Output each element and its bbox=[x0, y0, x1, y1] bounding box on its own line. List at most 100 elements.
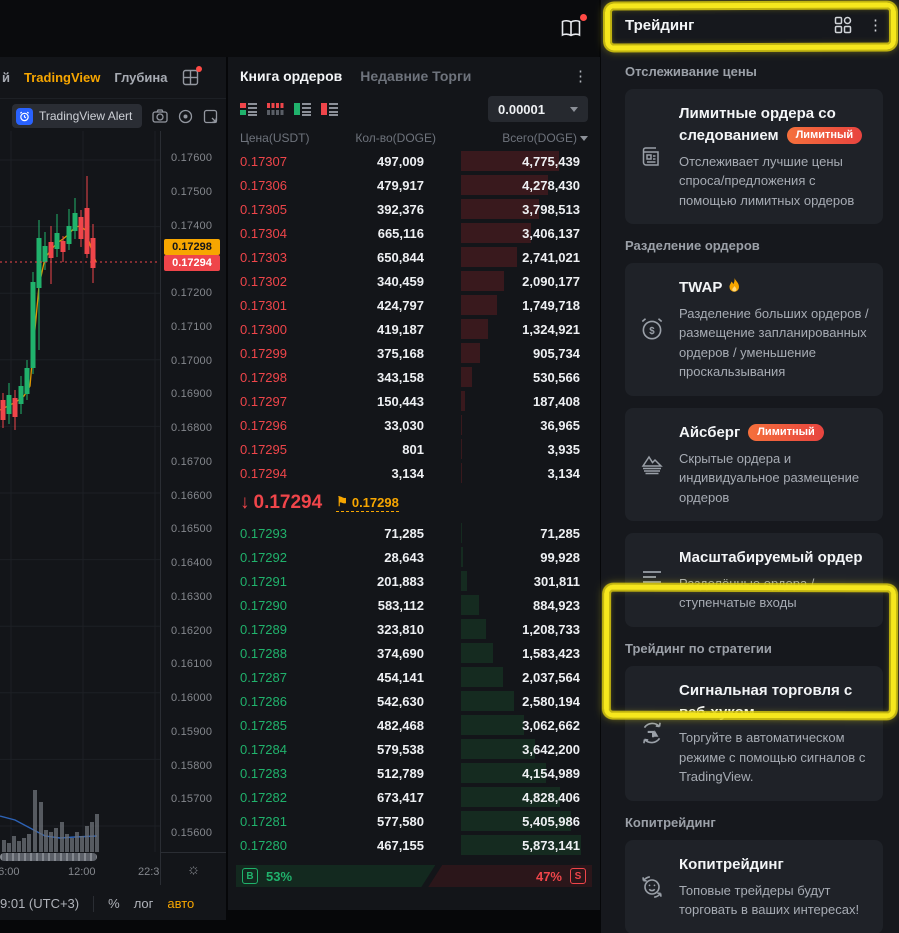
chart-canvas bbox=[0, 131, 160, 852]
bid-orderbook-row[interactable]: 0.17291201,883301,811 bbox=[228, 569, 600, 593]
ask-orderbook-row[interactable]: 0.17302340,4592,090,177 bbox=[228, 269, 600, 293]
tab-depth[interactable]: Глубина bbox=[114, 70, 167, 85]
tab-tradingview[interactable]: TradingView bbox=[24, 70, 100, 85]
ask-orderbook-row[interactable]: 0.17301424,7971,749,718 bbox=[228, 293, 600, 317]
bid-orderbook-row[interactable]: 0.17281577,5805,405,986 bbox=[228, 809, 600, 833]
auto-scale-button[interactable]: авто bbox=[167, 896, 194, 911]
candlestick-chart[interactable] bbox=[0, 131, 160, 852]
snapshot-camera-button[interactable] bbox=[152, 109, 168, 123]
view-mode-bids-icon[interactable] bbox=[294, 102, 311, 117]
qty-cell: 343,158 bbox=[338, 370, 424, 385]
qty-cell: 579,538 bbox=[338, 742, 424, 757]
ask-orderbook-row[interactable]: 0.17305392,3763,798,513 bbox=[228, 197, 600, 221]
tool-card-news-order[interactable]: Лимитные ордера со следованиемЛимитныйОт… bbox=[625, 89, 883, 224]
ask-orderbook-row[interactable]: 0.17300419,1871,324,921 bbox=[228, 317, 600, 341]
ask-orderbook-row[interactable]: 0.17306479,9174,278,430 bbox=[228, 173, 600, 197]
orderbook-menu-button[interactable]: ⋮ bbox=[573, 67, 588, 85]
qty-cell: 3,134 bbox=[338, 466, 424, 481]
orderbook-panel-toggle-button[interactable] bbox=[559, 17, 585, 41]
tool-card-copytrading[interactable]: КопитрейдингТоповые трейдеры будут торго… bbox=[625, 840, 883, 933]
total-cell: 1,324,921 bbox=[424, 322, 580, 337]
price-axis-label: 0.17200 bbox=[171, 287, 212, 299]
total-cell: 2,580,194 bbox=[424, 694, 580, 709]
qty-cell: 482,468 bbox=[338, 718, 424, 733]
screenshot-frame-button[interactable] bbox=[203, 109, 218, 124]
card-title: TWAP bbox=[679, 279, 722, 296]
limit-badge: Лимитный bbox=[748, 424, 824, 441]
qty-cell: 33,030 bbox=[338, 418, 424, 433]
copytrading-icon bbox=[635, 854, 669, 920]
total-cell: 36,965 bbox=[424, 418, 580, 433]
last-price[interactable]: ↓ 0.17294 bbox=[240, 492, 322, 514]
total-cell: 3,406,137 bbox=[424, 226, 580, 241]
section-label: Отслеживание цены bbox=[625, 64, 883, 79]
view-mode-asks-icon[interactable] bbox=[321, 102, 338, 117]
tradingview-alert-button[interactable]: TradingView Alert bbox=[12, 104, 142, 128]
bid-orderbook-row[interactable]: 0.17286542,6302,580,194 bbox=[228, 689, 600, 713]
tool-card-iceberg[interactable]: АйсбергЛимитныйСкрытые ордера и индивиду… bbox=[625, 408, 883, 521]
ask-orderbook-row[interactable]: 0.172958013,935 bbox=[228, 437, 600, 461]
ask-orderbook-row[interactable]: 0.17304665,1163,406,137 bbox=[228, 221, 600, 245]
time-axis-label: 22:3 bbox=[138, 866, 159, 878]
notification-dot bbox=[196, 66, 202, 72]
tab-recent-trades[interactable]: Недавние Торги bbox=[360, 68, 471, 84]
price-axis-label: 0.16900 bbox=[171, 388, 212, 400]
tool-card-twap-timer[interactable]: $TWAPРазделение больших ордеров / размещ… bbox=[625, 263, 883, 396]
col-total-sort[interactable]: Всего(DOGE) bbox=[436, 131, 588, 145]
precision-dropdown[interactable]: 0.00001 bbox=[488, 96, 588, 122]
orderbook-panel-icon bbox=[559, 18, 583, 40]
price-axis[interactable]: 0.176000.175000.174000.172000.171000.170… bbox=[160, 131, 226, 885]
ask-orderbook-row[interactable]: 0.17299375,168905,734 bbox=[228, 341, 600, 365]
total-cell: 3,935 bbox=[424, 442, 580, 457]
view-mode-columns-icon[interactable] bbox=[267, 102, 284, 117]
log-scale-button[interactable]: лог bbox=[134, 896, 154, 911]
chart-quick-actions-row: TradingView Alert bbox=[0, 99, 226, 133]
price-axis-label: 0.17000 bbox=[171, 355, 212, 367]
mark-price[interactable]: ⚑ 0.17298 bbox=[336, 494, 399, 512]
ask-orderbook-row[interactable]: 0.172943,1343,134 bbox=[228, 461, 600, 485]
panel-menu-button[interactable]: ⋮ bbox=[868, 16, 883, 34]
ask-orderbook-row[interactable]: 0.17307497,0094,775,439 bbox=[228, 149, 600, 173]
price-axis-label: 0.17600 bbox=[171, 152, 212, 164]
bid-orderbook-row[interactable]: 0.17289323,8101,208,733 bbox=[228, 617, 600, 641]
time-axis[interactable]: 06:0012:0022:3 bbox=[0, 863, 160, 883]
card-description: Топовые трейдеры будут торговать в ваших… bbox=[679, 881, 869, 920]
bid-orderbook-row[interactable]: 0.1729228,64399,928 bbox=[228, 545, 600, 569]
tool-card-scaled-order[interactable]: Масштабируемый ордерРазделённые ордера /… bbox=[625, 533, 883, 627]
tools-panel-body: Отслеживание цены Лимитные ордера со след… bbox=[601, 50, 899, 933]
ask-orderbook-row[interactable]: 0.17297150,443187,408 bbox=[228, 389, 600, 413]
bid-orderbook-row[interactable]: 0.17285482,4683,062,662 bbox=[228, 713, 600, 737]
col-total-label: Всего(DOGE) bbox=[502, 131, 577, 145]
view-mode-both-icon[interactable] bbox=[240, 102, 257, 117]
bid-orderbook-row[interactable]: 0.17284579,5383,642,200 bbox=[228, 737, 600, 761]
percent-scale-button[interactable]: % bbox=[108, 896, 120, 911]
sell-badge: S bbox=[570, 868, 586, 884]
orderbook-column-headers: Цена(USDT) Кол-во(DOGE) Всего(DOGE) bbox=[228, 123, 600, 149]
tab-cutoff[interactable]: й bbox=[2, 70, 10, 85]
timezone-button[interactable]: 9:01 (UTC+3) bbox=[0, 896, 79, 911]
record-target-button[interactable] bbox=[178, 109, 193, 124]
price-axis-label: 0.17100 bbox=[171, 321, 212, 333]
bid-orderbook-row[interactable]: 0.1729371,28571,285 bbox=[228, 521, 600, 545]
qty-cell: 497,009 bbox=[338, 154, 424, 169]
ask-orderbook-row[interactable]: 0.1729633,03036,965 bbox=[228, 413, 600, 437]
price-cell: 0.17295 bbox=[240, 442, 338, 457]
total-cell: 187,408 bbox=[424, 394, 580, 409]
bid-orderbook-row[interactable]: 0.17290583,112884,923 bbox=[228, 593, 600, 617]
buy-ratio-segment: B 53% bbox=[236, 865, 435, 887]
bid-orderbook-row[interactable]: 0.17280467,1555,873,141 bbox=[228, 833, 600, 857]
qty-cell: 542,630 bbox=[338, 694, 424, 709]
tab-orderbook[interactable]: Книга ордеров bbox=[240, 68, 342, 84]
tool-card-webhook-signal[interactable]: Сигнальная торговля с веб-хукомТоргуйте … bbox=[625, 666, 883, 801]
bid-orderbook-row[interactable]: 0.17287454,1412,037,564 bbox=[228, 665, 600, 689]
time-axis-scrollbar[interactable] bbox=[0, 853, 97, 861]
dashboard-layout-button[interactable] bbox=[834, 16, 852, 34]
chart-layout-grid-button[interactable] bbox=[182, 69, 199, 86]
ask-orderbook-row[interactable]: 0.17303650,8442,741,021 bbox=[228, 245, 600, 269]
bid-orderbook-row[interactable]: 0.17282673,4174,828,406 bbox=[228, 785, 600, 809]
axis-settings-area[interactable]: ☼ bbox=[160, 852, 226, 885]
ask-orderbook-row[interactable]: 0.17298343,158530,566 bbox=[228, 365, 600, 389]
bid-orderbook-row[interactable]: 0.17283512,7894,154,989 bbox=[228, 761, 600, 785]
last-price-value: 0.17294 bbox=[254, 492, 323, 514]
bid-orderbook-row[interactable]: 0.17288374,6901,583,423 bbox=[228, 641, 600, 665]
